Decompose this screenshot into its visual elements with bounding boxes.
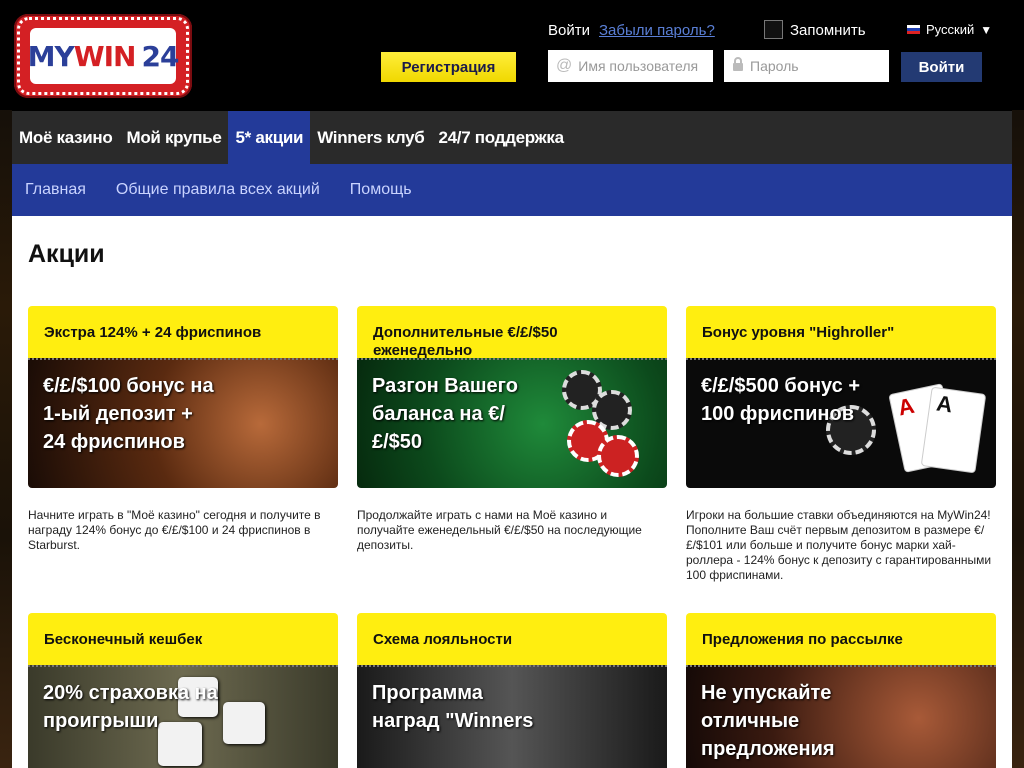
password-input[interactable] [750,58,889,74]
nav-item-promotions[interactable]: 5* акции [228,111,311,164]
page-title: Акции [28,240,105,268]
promo-card-title: Предложения по рассылке [686,613,996,665]
at-sign-icon: @ [556,57,573,74]
sub-nav: Главная Общие правила всех акций Помощь [12,164,1012,216]
page-edge-left [0,0,12,768]
ace-card-icon: A [920,386,987,474]
promo-card-title: Экстра 124% + 24 фриспинов [28,306,338,358]
promo-card-image-text: Разгон Вашего баланса на €/£/$50 [372,375,518,453]
username-field-wrapper: @ [548,50,713,82]
main-nav: Моё казино Мой крупье 5* акции Winners к… [12,111,1012,164]
promo-card-weekly[interactable]: Дополнительные €/£/$50 еженедельно Разго… [357,306,667,553]
login-button[interactable]: Войти [901,52,982,82]
promo-card-image[interactable]: 20% страховка на проигрыши [28,665,338,768]
promo-card-highroller[interactable]: Бонус уровня "Highroller" A A €/£/$500 б… [686,306,996,583]
register-button[interactable]: Регистрация [381,52,516,82]
site-logo[interactable]: MY WIN 24 [14,14,192,98]
russian-flag-icon [907,25,920,34]
promo-card-image[interactable]: €/£/$100 бонус на 1-ый депозит + 24 фрис… [28,358,338,488]
promo-card-title: Бонус уровня "Highroller" [686,306,996,358]
promo-card-loyalty[interactable]: Схема лояльности Программа наград "Winne… [357,613,667,768]
main-content: Акции Экстра 124% + 24 фриспинов €/£/$10… [12,216,1012,768]
poker-chip-icon [597,435,639,477]
subnav-item-help[interactable]: Помощь [350,181,412,199]
nav-item-my-dealer[interactable]: Мой крупье [119,111,228,164]
password-field-wrapper [724,50,889,82]
nav-item-support[interactable]: 24/7 поддержка [432,111,571,164]
nav-item-my-casino[interactable]: Моё казино [12,111,119,164]
promo-card-image-text: €/£/$100 бонус на 1-ый депозит + 24 фрис… [43,375,214,453]
promo-card-newsletter[interactable]: Предложения по рассылке Не упускайте отл… [686,613,996,768]
promo-card-image[interactable]: Программа наград "Winners [357,665,667,768]
promo-card-title: Дополнительные €/£/$50 еженедельно [357,306,667,359]
promo-card-extra[interactable]: Экстра 124% + 24 фриспинов €/£/$100 бону… [28,306,338,553]
remember-label: Запомнить [790,22,866,39]
page-edge-right [1012,0,1024,768]
promo-card-title: Схема лояльности [357,613,667,665]
promo-card-image[interactable]: A A €/£/$500 бонус + 100 фриспинов [686,358,996,488]
promo-card-image-text: 20% страховка на проигрыши [43,682,218,732]
chevron-down-icon: ▼ [980,22,993,37]
nav-item-winners-club[interactable]: Winners клуб [310,111,431,164]
promo-card-description: Начните играть в "Моё казино" сегодня и … [28,508,321,552]
subnav-item-home[interactable]: Главная [25,181,86,199]
login-label: Войти [548,22,590,39]
promo-card-title: Бесконечный кешбек [28,613,338,665]
promo-card-description: Игроки на большие ставки объединяются на… [686,508,992,582]
promo-card-image-text: Программа наград "Winners [372,682,534,732]
lock-icon [732,56,744,76]
language-label: Русский [926,22,975,37]
promo-card-image[interactable]: Не упускайте отличные предложения [686,665,996,768]
username-input[interactable] [578,58,713,74]
promo-card-image-text: Не упускайте отличные предложения [701,682,835,760]
logo-wordmark: MY WIN 24 [28,28,179,84]
forgot-password-link[interactable]: Забыли пароль? [599,22,715,39]
promo-card-image-text: €/£/$500 бонус + 100 фриспинов [701,375,861,425]
site-header: MY WIN 24 Регистрация Войти Забыли пароль?… [0,0,1024,110]
subnav-item-general-rules[interactable]: Общие правила всех акций [116,181,320,199]
dice-icon [223,702,265,744]
language-selector[interactable]: Русский ▼ [907,22,992,37]
promo-card-image[interactable]: Разгон Вашего баланса на €/£/$50 [357,358,667,488]
promo-card-description: Продолжайте играть с нами на Моё казино … [357,508,642,552]
promo-card-cashback[interactable]: Бесконечный кешбек 20% страховка на прои… [28,613,338,768]
remember-checkbox[interactable] [764,20,783,39]
